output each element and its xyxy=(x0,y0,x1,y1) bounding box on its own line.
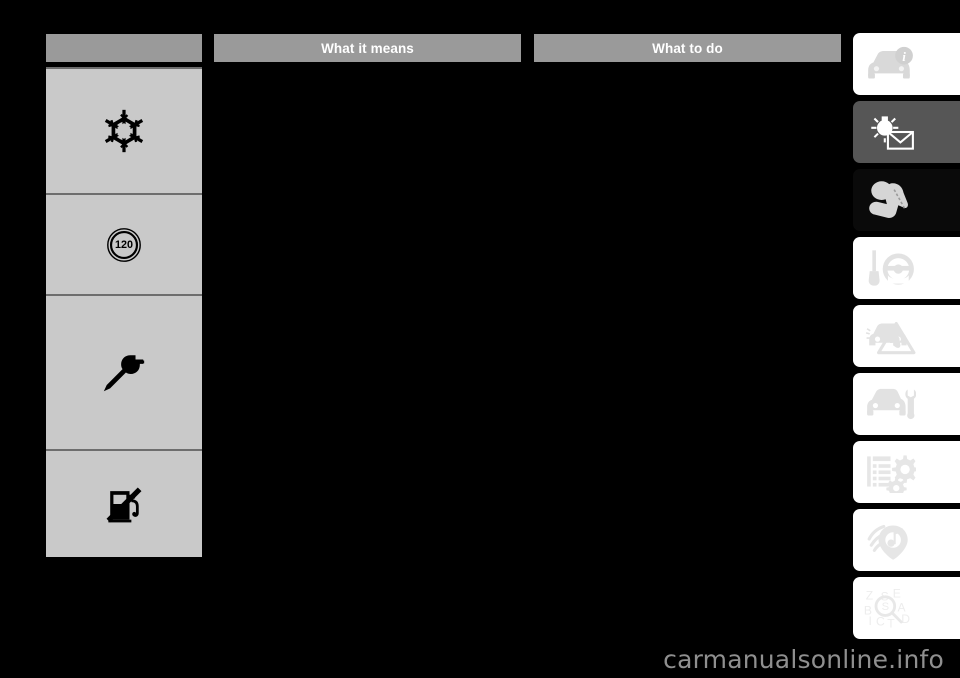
car-service-wrench-icon xyxy=(862,381,918,427)
what-it-means-column xyxy=(214,67,521,555)
svg-text:E: E xyxy=(893,587,901,601)
table-header-what-it-means: What it means xyxy=(214,34,521,62)
table-row: 120 xyxy=(46,195,202,296)
tab-technical-specifications[interactable] xyxy=(853,441,960,503)
car-breakdown-warning-icon xyxy=(862,313,918,359)
specifications-gears-icon xyxy=(862,449,918,495)
tab-car-info[interactable]: i xyxy=(853,33,960,95)
tab-child-safety[interactable] xyxy=(853,169,960,231)
table-row xyxy=(46,69,202,195)
section-tab-rail: i Z B I C T E A D S S xyxy=(853,33,960,643)
svg-text:i: i xyxy=(902,49,906,64)
table-row xyxy=(46,296,202,451)
watermark: carmanualsonline.info xyxy=(663,645,944,674)
svg-text:T: T xyxy=(887,617,895,631)
alphabetical-index-icon: Z B I C T E A D S S xyxy=(862,585,918,631)
symbol-column: 120 xyxy=(46,67,202,557)
table-header-symbol xyxy=(46,34,202,62)
svg-text:Z: Z xyxy=(866,589,874,603)
snowflake-icon xyxy=(97,104,151,158)
svg-text:C: C xyxy=(876,615,885,629)
tab-alphabetical-index[interactable]: Z B I C T E A D S S xyxy=(853,577,960,639)
svg-text:D: D xyxy=(901,612,910,626)
wrench-service-icon xyxy=(97,346,151,400)
svg-text:I: I xyxy=(869,614,872,628)
lamp-envelope-icon xyxy=(862,109,918,155)
tab-starting-driving[interactable] xyxy=(853,237,960,299)
tab-lamp-envelope[interactable] xyxy=(853,101,960,163)
car-info-icon: i xyxy=(862,41,918,87)
child-seat-safety-icon xyxy=(862,177,918,223)
speed-limit-120-icon: 120 xyxy=(97,218,151,272)
svg-text:120: 120 xyxy=(115,239,133,251)
svg-text:S: S xyxy=(882,601,889,613)
table-header-what-to-do: What to do xyxy=(534,34,841,62)
audio-multimedia-icon xyxy=(862,517,918,563)
what-to-do-column xyxy=(534,67,841,555)
fuel-pump-crossed-icon xyxy=(97,477,151,531)
tab-emergency[interactable] xyxy=(853,305,960,367)
table-row xyxy=(46,451,202,557)
key-steering-wheel-icon xyxy=(862,245,918,291)
page-root: What it means What to do 120 i Z B I C T… xyxy=(0,0,960,678)
tab-multimedia[interactable] xyxy=(853,509,960,571)
tab-maintenance-care[interactable] xyxy=(853,373,960,435)
